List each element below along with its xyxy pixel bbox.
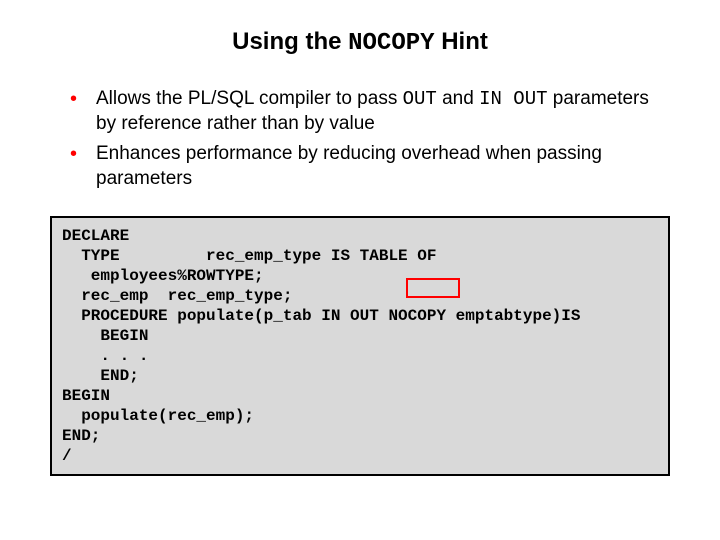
title-mono: NOCOPY xyxy=(348,30,434,57)
list-item: Allows the PL/SQL compiler to pass OUT a… xyxy=(70,87,670,136)
page-title: Using the NOCOPY Hint xyxy=(50,28,670,57)
code-block: DECLARE TYPE rec_emp_type IS TABLE OF em… xyxy=(50,216,670,476)
slide: Using the NOCOPY Hint Allows the PL/SQL … xyxy=(0,0,720,540)
title-pre: Using the xyxy=(232,28,348,55)
list-item: Enhances performance by reducing overhea… xyxy=(70,142,670,191)
bullet-text: Enhances performance by reducing overhea… xyxy=(96,143,602,189)
highlight-box xyxy=(406,278,460,298)
bullet-mono: IN OUT xyxy=(479,88,547,110)
bullet-mono: OUT xyxy=(403,88,437,110)
code-text: DECLARE TYPE rec_emp_type IS TABLE OF em… xyxy=(62,227,580,465)
title-post: Hint xyxy=(435,28,488,55)
bullet-text: and xyxy=(437,88,479,109)
bullet-list: Allows the PL/SQL compiler to pass OUT a… xyxy=(50,87,670,192)
bullet-text: Allows the PL/SQL compiler to pass xyxy=(96,88,403,109)
